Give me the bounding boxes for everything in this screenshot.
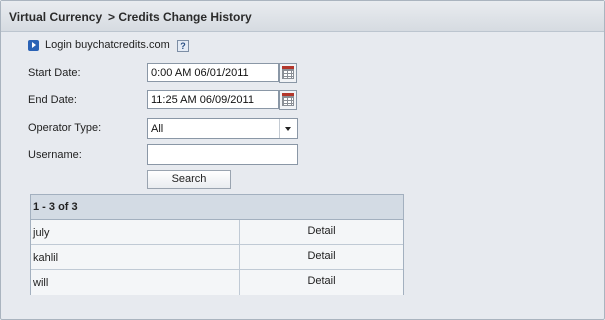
start-date-label: Start Date: xyxy=(28,67,81,79)
operator-type-label: Operator Type: xyxy=(28,122,102,134)
username-input[interactable] xyxy=(147,144,298,165)
panel-header: Virtual Currency > Credits Change Histor… xyxy=(1,1,604,32)
username-cell: kahlil xyxy=(33,252,59,264)
table-row: kahlil Detail xyxy=(31,245,403,270)
username-cell: will xyxy=(33,277,49,289)
username-label: Username: xyxy=(28,149,82,161)
login-link[interactable]: Login buychatcredits.com xyxy=(45,39,170,51)
results-table: 1 - 3 of 3 july Detail kahlil Detail wil… xyxy=(30,194,404,295)
chevron-down-icon[interactable] xyxy=(279,119,297,138)
end-date-calendar-button[interactable] xyxy=(279,90,297,110)
main-panel: Virtual Currency > Credits Change Histor… xyxy=(0,0,605,320)
table-row: will Detail xyxy=(31,270,403,295)
breadcrumb-root[interactable]: Virtual Currency xyxy=(9,10,102,24)
operator-type-select[interactable]: All xyxy=(147,118,298,139)
start-date-value: 0:00 AM 06/01/2011 xyxy=(151,67,249,79)
calendar-grid-icon xyxy=(282,69,294,79)
start-date-calendar-button[interactable] xyxy=(279,63,297,83)
end-date-input[interactable]: 11:25 AM 06/09/2011 xyxy=(147,90,279,109)
play-icon[interactable] xyxy=(28,40,39,51)
detail-link[interactable]: Detail xyxy=(240,275,403,287)
detail-link[interactable]: Detail xyxy=(240,225,403,237)
table-header: 1 - 3 of 3 xyxy=(31,195,403,220)
search-button[interactable]: Search xyxy=(147,170,231,189)
breadcrumb-current: > Credits Change History xyxy=(108,10,252,24)
detail-link[interactable]: Detail xyxy=(240,250,403,262)
help-icon[interactable]: ? xyxy=(177,40,189,52)
end-date-value: 11:25 AM 06/09/2011 xyxy=(151,94,254,106)
end-date-label: End Date: xyxy=(28,94,77,106)
table-row: july Detail xyxy=(31,220,403,245)
operator-type-value: All xyxy=(151,123,164,135)
result-count: 1 - 3 of 3 xyxy=(33,201,78,213)
start-date-input[interactable]: 0:00 AM 06/01/2011 xyxy=(147,63,279,82)
calendar-grid-icon xyxy=(282,96,294,106)
username-cell: july xyxy=(33,227,50,239)
